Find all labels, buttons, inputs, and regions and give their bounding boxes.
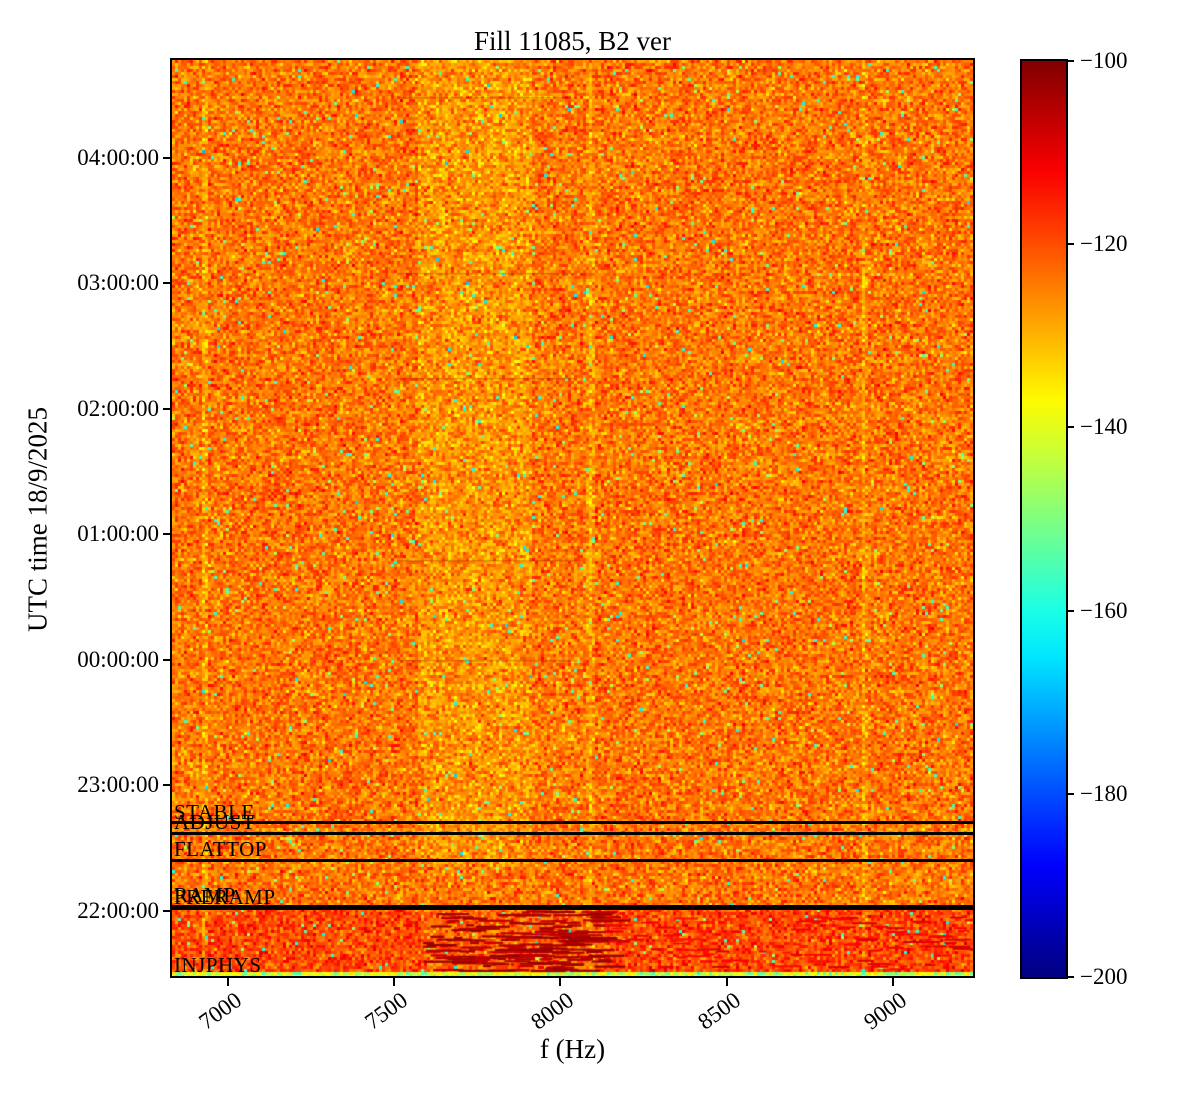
x-tick-mark (891, 977, 894, 986)
colorbar-tick-mark (1066, 976, 1074, 978)
y-tick-label: 00:00:00 (77, 646, 159, 672)
colorbar-tick-mark (1066, 792, 1074, 795)
phase-label-preramp: PRERAMP (174, 885, 276, 910)
phase-line-preramp (172, 906, 973, 910)
y-tick-mark (163, 407, 172, 410)
y-tick-mark (163, 282, 172, 285)
y-tick-label: 22:00:00 (77, 897, 159, 923)
y-tick-label: 23:00:00 (77, 772, 159, 798)
phase-label-adjust: ADJUST (174, 810, 256, 835)
y-tick-label: 03:00:00 (77, 270, 159, 296)
spectrogram-plot-area: STABLE ADJUST FLATTOP RAMP PRERAMP INJPHYS (170, 58, 975, 978)
x-axis-label: f (Hz) (539, 1034, 606, 1064)
colorbar (1020, 59, 1068, 979)
x-tick-mark (393, 977, 396, 986)
y-tick-mark (163, 658, 172, 661)
colorbar-tick-label: −140 (1080, 414, 1128, 440)
colorbar-tick-label: −160 (1080, 597, 1128, 623)
spectrogram-figure: Fill 11085, B2 ver UTC time 18/9/2025 ST… (0, 0, 1200, 1100)
phase-line-flattop (172, 858, 973, 862)
colorbar-tick-mark (1066, 609, 1074, 612)
y-tick-mark (163, 533, 172, 536)
chart-title: Fill 11085, B2 ver (473, 26, 671, 56)
colorbar-tick-mark (1066, 243, 1074, 246)
phase-line-stable (172, 821, 973, 825)
y-tick-mark (163, 157, 172, 159)
x-tick-mark (559, 977, 562, 986)
colorbar-tick-label: −120 (1080, 231, 1128, 257)
phase-line-adjust (172, 831, 973, 835)
colorbar-tick-mark (1066, 60, 1074, 62)
colorbar-tick-label: −200 (1080, 964, 1128, 989)
y-tick-label: 04:00:00 (77, 145, 159, 170)
y-tick-label: 02:00:00 (77, 395, 159, 421)
y-axis-label: UTC time 18/9/2025 (22, 407, 53, 632)
phase-label-injphys: INJPHYS (174, 953, 262, 977)
x-tick-mark (725, 977, 728, 986)
colorbar-tick-label: −100 (1080, 48, 1128, 73)
colorbar-tick-mark (1066, 426, 1074, 429)
x-tick-mark (227, 977, 229, 986)
spectrogram-heatmap (172, 60, 973, 976)
y-tick-label: 01:00:00 (77, 521, 159, 547)
colorbar-tick-label: −180 (1080, 780, 1128, 806)
y-tick-mark (163, 784, 172, 787)
y-tick-mark (163, 909, 172, 912)
phase-label-flattop: FLATTOP (174, 837, 267, 862)
